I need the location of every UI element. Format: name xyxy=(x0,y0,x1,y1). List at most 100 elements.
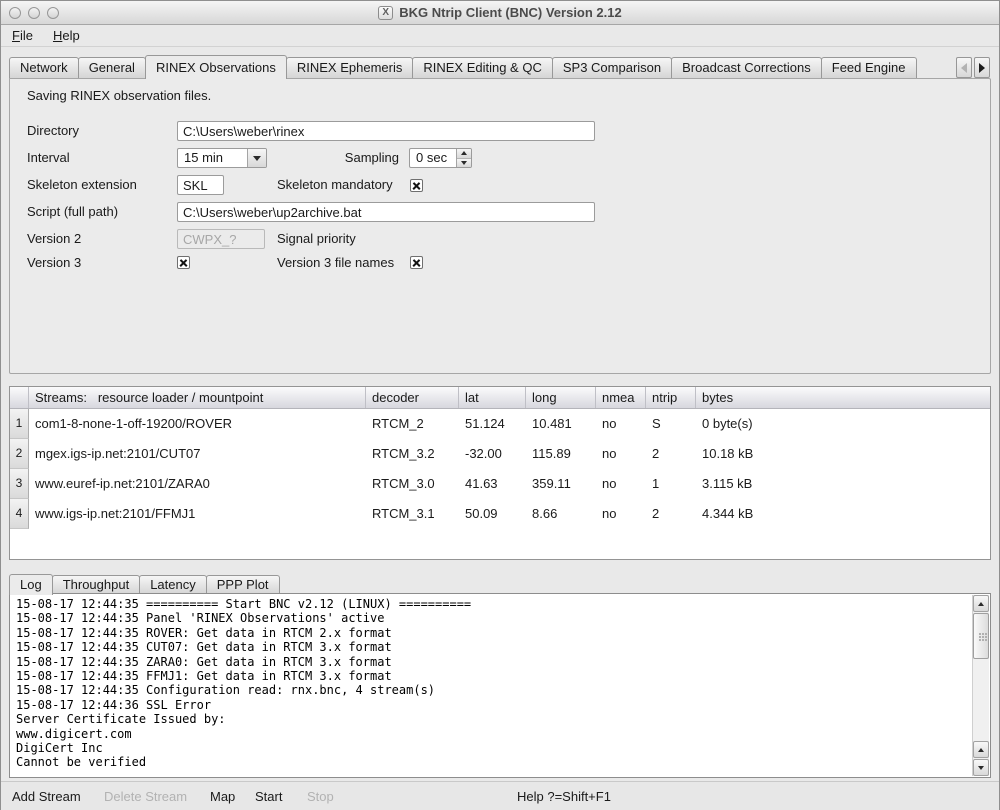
table-row[interactable]: 2 mgex.igs-ip.net:2101/CUT07 RTCM_3.2 -3… xyxy=(10,439,990,469)
col-header-decoder[interactable]: decoder xyxy=(366,387,459,408)
tab-sp3-comparison[interactable]: SP3 Comparison xyxy=(552,57,672,78)
cell-mountpoint: mgex.igs-ip.net:2101/CUT07 xyxy=(29,439,366,469)
tab-rinex-editing-qc[interactable]: RINEX Editing & QC xyxy=(412,57,553,78)
cell-lat: 50.09 xyxy=(459,499,526,529)
version3-label: Version 3 xyxy=(27,253,81,273)
menu-bar: File Help xyxy=(1,25,999,47)
directory-input[interactable] xyxy=(177,121,595,141)
cell-lat: 51.124 xyxy=(459,409,526,439)
interval-combobox[interactable]: 15 min xyxy=(177,148,267,168)
chevron-right-icon xyxy=(979,63,985,73)
map-button[interactable]: Map xyxy=(210,788,235,805)
version2-input xyxy=(177,229,265,249)
script-label: Script (full path) xyxy=(27,202,118,222)
tab-scroll-left-button[interactable] xyxy=(956,57,972,78)
table-row[interactable]: 4 www.igs-ip.net:2101/FFMJ1 RTCM_3.1 50.… xyxy=(10,499,990,529)
tab-ppp-plot[interactable]: PPP Plot xyxy=(206,575,280,594)
scroll-up-button-bottom[interactable] xyxy=(973,741,989,758)
cell-nmea: no xyxy=(596,409,646,439)
row-number[interactable]: 4 xyxy=(10,499,29,529)
scrollbar-thumb[interactable] xyxy=(973,613,989,659)
col-header-nmea[interactable]: nmea xyxy=(596,387,646,408)
scrollbar-down-icon xyxy=(978,766,984,770)
start-button[interactable]: Start xyxy=(255,788,282,805)
table-row[interactable]: 1 com1-8-none-1-off-19200/ROVER RTCM_2 5… xyxy=(10,409,990,439)
scroll-down-button[interactable] xyxy=(973,759,989,776)
cell-ntrip: 2 xyxy=(646,499,696,529)
cell-ntrip: 2 xyxy=(646,439,696,469)
col-header-ntrip[interactable]: ntrip xyxy=(646,387,696,408)
cell-decoder: RTCM_3.0 xyxy=(366,469,459,499)
streams-table-header: Streams: resource loader / mountpoint de… xyxy=(10,387,990,409)
add-stream-button[interactable]: Add Stream xyxy=(12,788,81,805)
log-line: 15-08-17 12:44:35 ========== Start BNC v… xyxy=(16,597,968,611)
x11-app-icon: X xyxy=(378,6,393,20)
log-line: 15-08-17 12:44:35 Panel 'RINEX Observati… xyxy=(16,611,968,625)
tab-log[interactable]: Log xyxy=(9,574,53,595)
log-tab-bar: Log Throughput Latency PPP Plot xyxy=(9,573,279,594)
scrollbar-up-icon xyxy=(978,602,984,606)
menu-file[interactable]: File xyxy=(12,28,33,43)
sampling-spinner[interactable]: 0 sec xyxy=(409,148,472,168)
cell-bytes: 3.115 kB xyxy=(696,469,990,499)
table-row[interactable]: 3 www.euref-ip.net:2101/ZARA0 RTCM_3.0 4… xyxy=(10,469,990,499)
cell-decoder: RTCM_3.1 xyxy=(366,499,459,529)
cell-long: 10.481 xyxy=(526,409,596,439)
log-line: 15-08-17 12:44:35 CUT07: Get data in RTC… xyxy=(16,640,968,654)
col-header-bytes[interactable]: bytes xyxy=(696,387,990,408)
log-vertical-scrollbar[interactable] xyxy=(972,595,989,776)
spin-up-icon xyxy=(461,151,467,155)
scrollbar-up-icon xyxy=(978,748,984,752)
cell-bytes: 4.344 kB xyxy=(696,499,990,529)
tab-latency[interactable]: Latency xyxy=(139,575,207,594)
tab-broadcast-corrections[interactable]: Broadcast Corrections xyxy=(671,57,822,78)
menu-help[interactable]: Help xyxy=(53,28,80,43)
combo-dropdown-button[interactable] xyxy=(247,149,266,167)
tab-scrollers xyxy=(956,57,990,78)
col-header-mountpoint[interactable]: Streams: resource loader / mountpoint xyxy=(29,387,366,408)
log-text[interactable]: 15-08-17 12:44:35 ========== Start BNC v… xyxy=(16,597,968,775)
log-line: 15-08-17 12:44:35 Configuration read: rn… xyxy=(16,683,968,697)
help-shortcut-label[interactable]: Help ?=Shift+F1 xyxy=(517,788,611,805)
row-number[interactable]: 1 xyxy=(10,409,29,439)
tab-rinex-observations[interactable]: RINEX Observations xyxy=(145,55,287,79)
spin-down-icon xyxy=(461,161,467,165)
cell-bytes: 10.18 kB xyxy=(696,439,990,469)
col-header-lat[interactable]: lat xyxy=(459,387,526,408)
tab-general[interactable]: General xyxy=(78,57,146,78)
log-line: Cannot be verified xyxy=(16,755,968,769)
row-number[interactable]: 3 xyxy=(10,469,29,499)
main-tab-bar: Network General RINEX Observations RINEX… xyxy=(9,54,916,78)
delete-stream-button: Delete Stream xyxy=(104,788,187,805)
spin-down-button[interactable] xyxy=(457,159,471,168)
header-corner-cell xyxy=(10,387,29,408)
log-line: 15-08-17 12:44:35 ZARA0: Get data in RTC… xyxy=(16,655,968,669)
skeleton-mandatory-checkbox[interactable] xyxy=(410,179,423,192)
log-line: Server Certificate Issued by: xyxy=(16,712,968,726)
version3-checkbox[interactable] xyxy=(177,256,190,269)
tab-throughput[interactable]: Throughput xyxy=(52,575,141,594)
cell-long: 8.66 xyxy=(526,499,596,529)
tab-scroll-right-button[interactable] xyxy=(974,57,990,78)
cell-lat: 41.63 xyxy=(459,469,526,499)
interval-label: Interval xyxy=(27,148,70,168)
row-number[interactable]: 2 xyxy=(10,439,29,469)
log-line: 15-08-17 12:44:35 FFMJ1: Get data in RTC… xyxy=(16,669,968,683)
cell-bytes: 0 byte(s) xyxy=(696,409,990,439)
tab-rinex-ephemeris[interactable]: RINEX Ephemeris xyxy=(286,57,413,78)
streams-table: Streams: resource loader / mountpoint de… xyxy=(9,386,991,560)
cell-long: 359.11 xyxy=(526,469,596,499)
stop-button: Stop xyxy=(307,788,334,805)
scroll-up-button[interactable] xyxy=(973,595,989,612)
window-title: BKG Ntrip Client (BNC) Version 2.12 xyxy=(399,5,621,20)
spin-up-button[interactable] xyxy=(457,149,471,159)
script-input[interactable] xyxy=(177,202,595,222)
chevron-left-icon xyxy=(961,63,967,73)
tab-feed-engine[interactable]: Feed Engine xyxy=(821,57,917,78)
skeleton-extension-input[interactable] xyxy=(177,175,224,195)
version3-filenames-checkbox[interactable] xyxy=(410,256,423,269)
log-line: www.digicert.com xyxy=(16,727,968,741)
col-header-long[interactable]: long xyxy=(526,387,596,408)
tab-network[interactable]: Network xyxy=(9,57,79,78)
sampling-label: Sampling xyxy=(277,148,399,168)
